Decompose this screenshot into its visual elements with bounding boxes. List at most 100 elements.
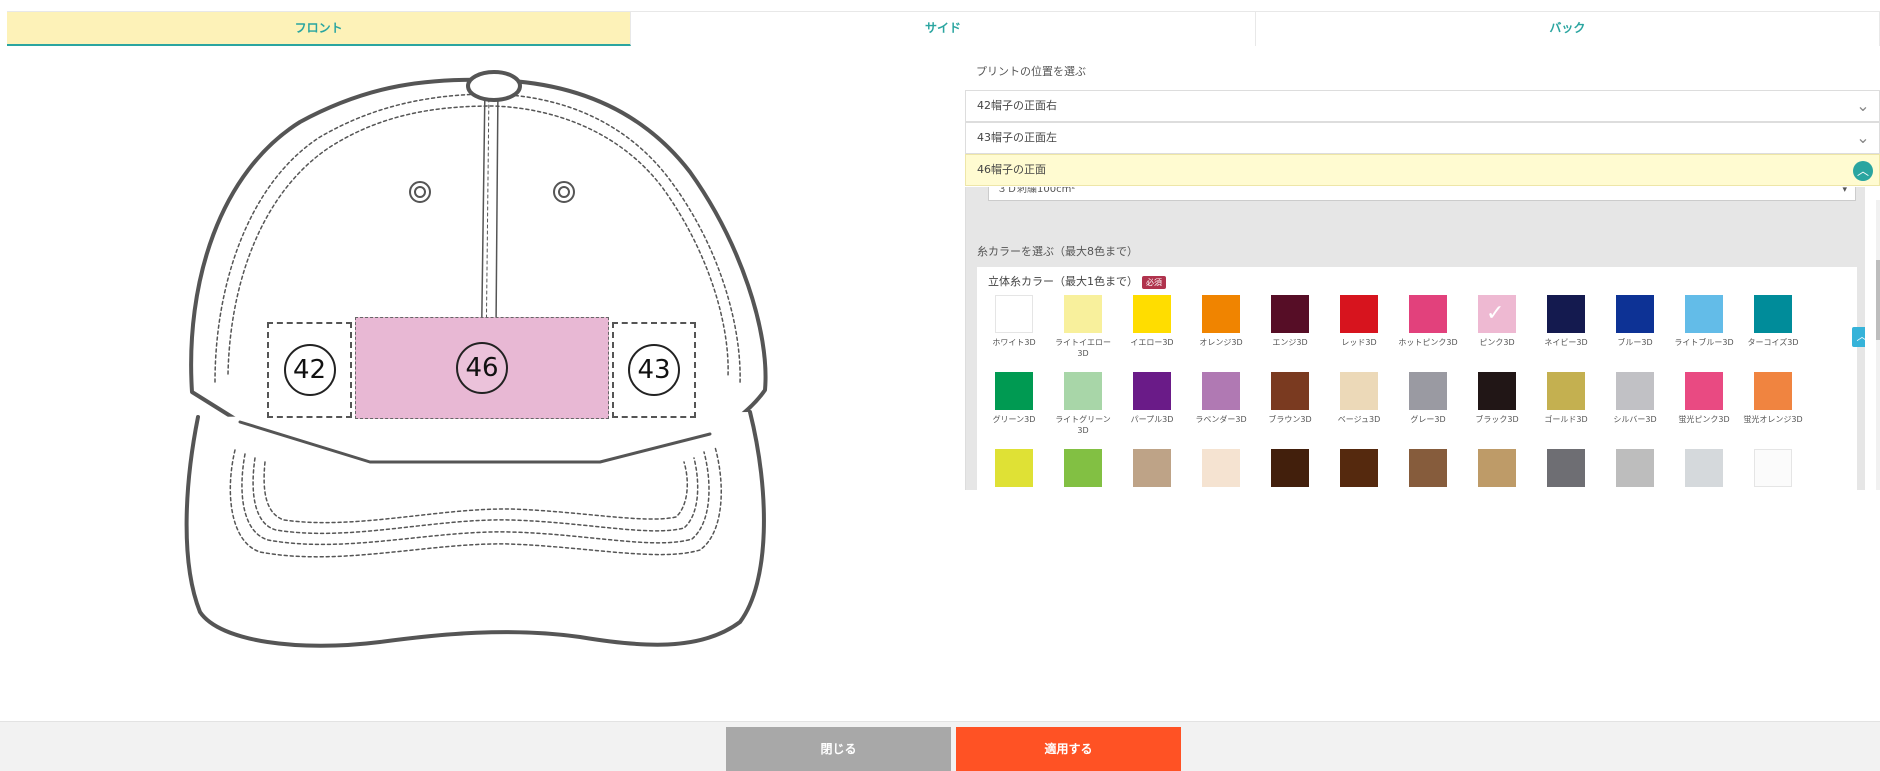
color-swatch-item[interactable]: ライトブルー3D [1671,295,1737,348]
color-swatch-item[interactable]: 蛍光オレンジ3D [1740,372,1806,425]
accordion-46-front[interactable]: 46帽子の正面 ︿ [965,154,1880,186]
color-swatch-item[interactable]: ゴールド3D [1533,372,1599,425]
color-swatch-item[interactable]: ブラック3D [1464,372,1530,425]
color-name: シルバー3D [1613,415,1657,424]
color-swatch[interactable] [1133,449,1171,487]
color-swatch-item[interactable]: ライトグリーン3D [1050,372,1116,436]
color-swatch[interactable] [1547,372,1585,410]
color-swatch[interactable] [1064,449,1102,487]
color-swatch[interactable] [1616,372,1654,410]
color-swatch-item[interactable] [1119,449,1185,490]
color-swatch-item[interactable]: グリーン3D [981,372,1047,425]
close-button[interactable]: 閉じる [726,727,951,771]
color-swatch-item[interactable] [1188,449,1254,490]
color-swatch-item[interactable]: ブルー3D [1602,295,1668,348]
color-swatch[interactable] [1685,295,1723,333]
color-swatch[interactable] [1271,372,1309,410]
color-swatch-item[interactable]: オレンジ3D [1188,295,1254,348]
color-swatch[interactable] [1409,372,1447,410]
color-swatch-item[interactable] [1257,449,1323,490]
color-swatch-item[interactable]: ベージュ3D [1326,372,1392,425]
color-swatch[interactable] [1685,372,1723,410]
chevron-down-icon: ⌄ [1856,96,1870,115]
color-swatch[interactable] [1478,372,1516,410]
color-swatch-item[interactable] [1464,449,1530,490]
print-zone-42[interactable]: 42 [267,322,352,418]
apply-button[interactable]: 適用する [956,727,1181,771]
color-swatch[interactable]: ✓ [1478,295,1516,333]
color-swatch[interactable] [1616,295,1654,333]
color-swatch[interactable] [1409,449,1447,487]
select-arrow-icon: ▾ [1842,187,1847,195]
color-swatch-item[interactable] [1602,449,1668,490]
color-swatch[interactable] [1202,295,1240,333]
tab-front[interactable]: フロント [7,12,632,46]
zone-number-42: 42 [283,344,336,396]
color-swatch[interactable] [995,449,1033,487]
color-swatch[interactable] [1754,449,1792,487]
color-swatch[interactable] [1478,449,1516,487]
accordion-46-body: ３Ｄ刺繍100cm² ▾ 糸カラーを選ぶ（最大8色まで） 立体糸カラー（最大1色… [965,187,1865,490]
color-swatch-item[interactable]: ターコイズ3D [1740,295,1806,348]
color-swatch-item[interactable] [1050,449,1116,490]
color-swatch-item[interactable] [1533,449,1599,490]
color-swatch-item[interactable]: シルバー3D [1602,372,1668,425]
color-swatch[interactable] [1271,295,1309,333]
tab-back[interactable]: バック [1256,12,1880,46]
embroidery-type-select[interactable]: ３Ｄ刺繍100cm² ▾ [988,187,1856,201]
panel-scrollbar[interactable] [1876,200,1880,490]
color-swatch-item[interactable]: レッド3D [1326,295,1392,348]
color-swatch[interactable] [1271,449,1309,487]
color-swatch[interactable] [1547,449,1585,487]
color-name: ベージュ3D [1337,415,1381,424]
color-swatch[interactable] [1133,372,1171,410]
color-swatch[interactable] [1547,295,1585,333]
color-swatch-item[interactable]: パープル3D [1119,372,1185,425]
color-swatch-item[interactable]: エンジ3D [1257,295,1323,348]
check-icon: ✓ [1486,301,1505,326]
print-options-panel: プリントの位置を選ぶ 42帽子の正面右 ⌄ 43帽子の正面左 ⌄ ３Ｄ刺繍100… [965,55,1880,490]
color-name: ターコイズ3D [1747,338,1799,347]
color-swatch[interactable] [1754,295,1792,333]
color-swatch-item[interactable]: ホワイト3D [981,295,1047,348]
color-swatch[interactable] [1340,372,1378,410]
color-swatch[interactable] [1202,372,1240,410]
tab-side[interactable]: サイド [631,12,1256,46]
color-swatch[interactable] [1340,295,1378,333]
color-swatch-item[interactable]: ✓ ピンク3D [1464,295,1530,348]
color-swatch-item[interactable] [1395,449,1461,490]
print-zone-46[interactable]: 46 [355,317,609,419]
color-swatch[interactable] [995,295,1033,333]
color-swatch-item[interactable] [1740,449,1806,490]
color-swatch-item[interactable]: ラベンダー3D [1188,372,1254,425]
color-swatch[interactable] [995,372,1033,410]
accordion-42-right[interactable]: 42帽子の正面右 ⌄ [965,90,1880,122]
color-swatch-item[interactable]: グレー3D [1395,372,1461,425]
color-swatch-item[interactable]: ライトイエロー3D [1050,295,1116,359]
color-swatch[interactable] [1754,372,1792,410]
color-swatch[interactable] [1064,372,1102,410]
color-swatch-item[interactable]: ネイビー3D [1533,295,1599,348]
view-tabs: フロント サイド バック [7,11,1880,46]
accordion-43-left[interactable]: 43帽子の正面左 ⌄ [965,122,1880,154]
color-swatch[interactable] [1064,295,1102,333]
color-swatch[interactable] [1616,449,1654,487]
color-swatch[interactable] [1202,449,1240,487]
color-swatch[interactable] [1340,449,1378,487]
color-swatch[interactable] [1133,295,1171,333]
color-swatch[interactable] [1409,295,1447,333]
color-swatch-item[interactable] [1671,449,1737,490]
accordion-label: 43帽子の正面左 [977,131,1057,144]
color-swatch[interactable] [1685,449,1723,487]
color-swatch-item[interactable]: 蛍光ピンク3D [1671,372,1737,425]
scrollbar-thumb[interactable] [1876,260,1880,340]
color-swatch-item[interactable] [981,449,1047,490]
color-swatch-item[interactable]: イエロー3D [1119,295,1185,348]
color-swatch-item[interactable] [1326,449,1392,490]
color-swatch-item[interactable]: ホットピンク3D [1395,295,1461,348]
color-name: オレンジ3D [1199,338,1243,347]
print-zone-43[interactable]: 43 [612,322,696,418]
chevron-up-icon[interactable]: ︿ [1852,327,1865,347]
color-swatch-item[interactable]: ブラウン3D [1257,372,1323,425]
thread-color-card: 立体糸カラー（最大1色まで） 必須 ︿ ホワイト3D ライトイエロー3D イエロー3D… [977,267,1865,490]
